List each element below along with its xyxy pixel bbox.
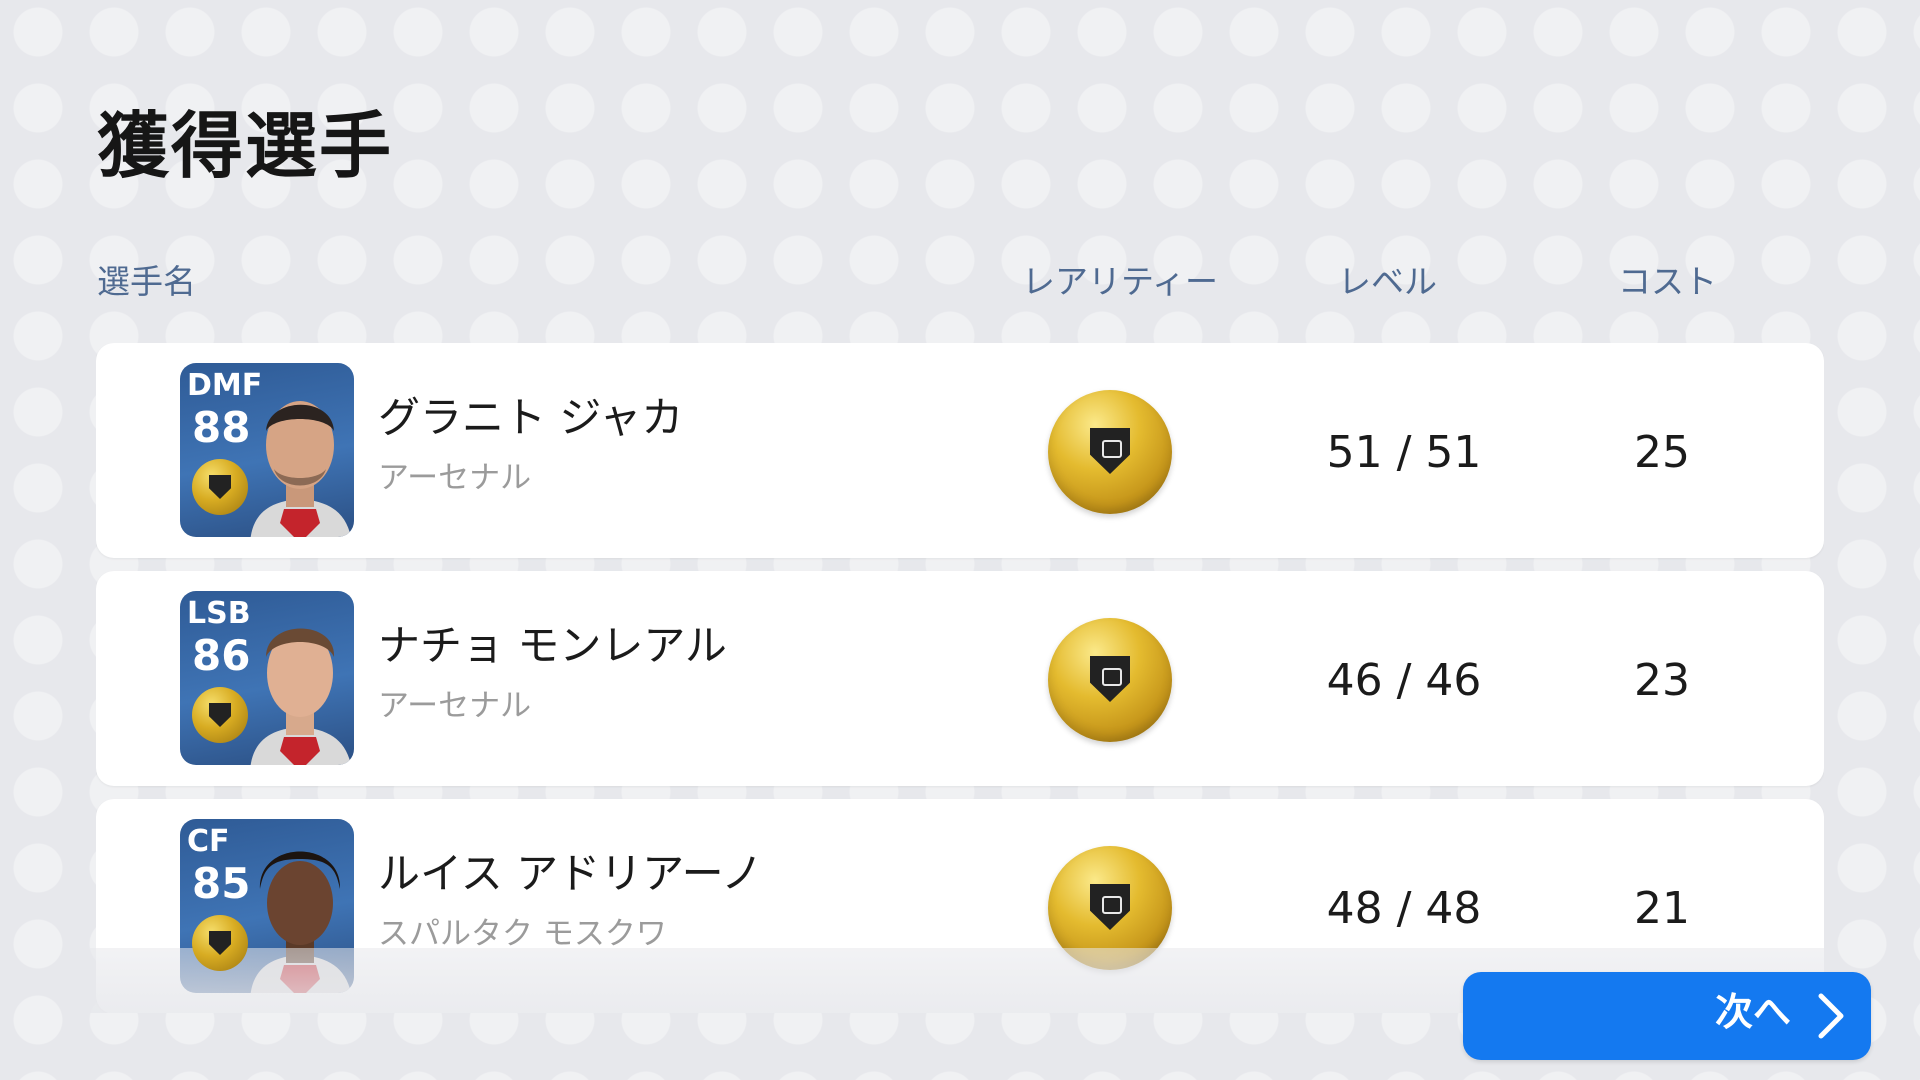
cost-value: 25 (1634, 427, 1690, 478)
player-list-viewport[interactable]: DMF 88 グラニト ジャカ アーセナル 51 / 51 25 LSB 86 … (96, 343, 1824, 1013)
next-button[interactable]: 次へ (1463, 972, 1871, 1060)
club-name: スパルタク モスクワ (378, 916, 667, 952)
column-header-cost: コスト (1618, 262, 1717, 301)
club-name: アーセナル (378, 460, 532, 496)
player-overall: 85 (192, 859, 251, 908)
level-value: 48 / 48 (1326, 883, 1482, 934)
player-position: DMF (187, 368, 263, 403)
rarity-mini-icon (192, 915, 248, 971)
player-portrait-icon (250, 851, 351, 993)
player-name: ナチョ モンレアル (378, 621, 727, 670)
player-position: LSB (187, 596, 251, 631)
level-value: 46 / 46 (1326, 655, 1482, 706)
player-name: グラニト ジャカ (378, 393, 684, 442)
next-button-label: 次へ (1715, 992, 1792, 1034)
player-row[interactable]: DMF 88 グラニト ジャカ アーセナル 51 / 51 25 (96, 343, 1824, 558)
page-title: 獲得選手 (97, 104, 394, 188)
column-header-name: 選手名 (97, 262, 196, 301)
gold-coin-icon (1048, 390, 1172, 514)
rarity-mini-icon (192, 459, 248, 515)
gold-coin-icon (1048, 846, 1172, 970)
column-header-level: レベル (1338, 262, 1437, 301)
column-header-rarity: レアリティー (1022, 262, 1219, 301)
player-name: ルイス アドリアーノ (378, 849, 764, 898)
player-card: CF 85 (180, 819, 354, 993)
player-overall: 88 (192, 403, 251, 452)
player-card: DMF 88 (180, 363, 354, 537)
player-portrait-icon (250, 628, 351, 765)
level-value: 51 / 51 (1326, 427, 1482, 478)
player-card: LSB 86 (180, 591, 354, 765)
player-overall: 86 (192, 631, 251, 680)
gold-coin-icon (1048, 618, 1172, 742)
cost-value: 21 (1634, 883, 1690, 934)
chevron-right-icon (1818, 993, 1844, 1039)
player-position: CF (187, 824, 230, 859)
player-row[interactable]: LSB 86 ナチョ モンレアル アーセナル 46 / 46 23 (96, 571, 1824, 786)
cost-value: 23 (1634, 655, 1690, 706)
rarity-mini-icon (192, 687, 248, 743)
club-name: アーセナル (378, 688, 532, 724)
